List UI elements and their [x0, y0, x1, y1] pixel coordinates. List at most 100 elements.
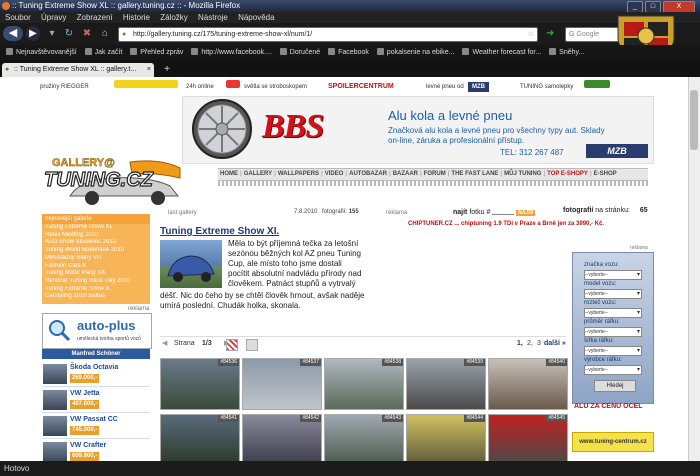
car-thumbnail[interactable] [43, 416, 67, 436]
page-link-3[interactable]: 3 [537, 337, 541, 351]
gallery-thumbnail[interactable]: #84539 [406, 358, 486, 410]
nav-link[interactable]: AUTOBAZAR [349, 171, 387, 177]
car-name[interactable]: VW Crafter [70, 442, 106, 449]
sponsor-link[interactable]: TUNING samolepky [520, 80, 573, 94]
filter-select[interactable]: --vyberte-- [584, 270, 642, 280]
car-listing[interactable]: Škoda Octavia 269.000,- [42, 362, 150, 387]
filter-search-button[interactable]: Hledej [594, 380, 636, 392]
nav-link[interactable]: TOP E-SHOPY [547, 171, 588, 177]
nav-link[interactable]: BAZAAR [393, 171, 418, 177]
page-link-2[interactable]: 2, [527, 337, 533, 351]
newest-gallery-link[interactable]: Mimořádný Slaný VIT [42, 255, 150, 263]
autoplus-ad[interactable]: auto-plus umělecká tvorba sportů vozů [42, 313, 152, 349]
car-thumbnail[interactable] [43, 364, 67, 384]
next-page-link[interactable]: další » [544, 337, 566, 351]
car-name[interactable]: VW Jetta [70, 390, 100, 397]
reload-icon[interactable]: ↻ [62, 26, 76, 41]
car-name[interactable]: Škoda Octavia [70, 364, 118, 371]
newest-gallery-link[interactable]: Tuning World Bodensee 2010 [42, 247, 150, 255]
newest-gallery-link[interactable]: Auto Show Studenec 2010 [42, 239, 150, 247]
newest-gallery-link[interactable]: Tuning Extreme Show X. [42, 286, 150, 294]
car-name[interactable]: VW Passat CC [70, 416, 118, 423]
nav-link[interactable]: HOME [220, 171, 238, 177]
newest-gallery-link[interactable]: Tuning Extreme Show XL [42, 224, 150, 232]
alu-price-ad[interactable]: ALU ZA CENU OCEL [574, 403, 643, 410]
tuning-centrum-ad[interactable]: www.tuning-centrum.cz [572, 432, 654, 452]
new-tab-button[interactable]: + [160, 64, 174, 76]
sponsor-logo-mzb[interactable]: MZB [468, 82, 489, 92]
gallery-thumbnail[interactable]: #84541 [160, 414, 240, 466]
bookmark-item[interactable]: pokalsenie na ebike... [377, 45, 455, 60]
bookmark-item[interactable]: Přehled zpráv [130, 45, 183, 60]
nav-link[interactable]: THE FAST LANE [451, 171, 498, 177]
filter-select[interactable]: --vyberte-- [584, 346, 642, 356]
nav-link[interactable]: GALLERY [244, 171, 272, 177]
sponsor-link[interactable]: světla se stroboskopem [244, 80, 307, 94]
gallery-thumbnail[interactable]: #84545 [488, 414, 568, 466]
car-thumbnail[interactable] [43, 390, 67, 410]
chiptuner-ad-link[interactable]: CHIPTUNER.CZ ... chiptuning 1.9 TDi v Pr… [408, 221, 604, 227]
manfred-schoner-ad[interactable]: Manfred Schöner [42, 349, 150, 359]
nav-link[interactable]: E-SHOP [594, 171, 617, 177]
gallery-thumbnail[interactable]: #84536 [160, 358, 240, 410]
tab-close-icon[interactable]: × [147, 63, 151, 77]
menu-history[interactable]: Historie [123, 13, 150, 22]
gallery-thumbnail[interactable]: #84540 [488, 358, 568, 410]
grid-view-icon[interactable] [246, 339, 258, 351]
menu-tools[interactable]: Nástroje [198, 13, 228, 22]
bookmark-item[interactable]: Weather forecast for... [462, 45, 541, 60]
url-bar[interactable]: ● http://gallery.tuning.cz/175/tuning-ex… [118, 27, 538, 42]
gallery-title[interactable]: Tuning Extreme Show XI. [160, 226, 279, 237]
menu-view[interactable]: Zobrazení [77, 13, 113, 22]
find-button[interactable]: NAJDI [516, 210, 536, 216]
menu-help[interactable]: Nápověda [238, 13, 274, 22]
home-icon[interactable]: ⌂ [98, 26, 112, 41]
filter-select[interactable]: --vyberte-- [584, 327, 642, 337]
filter-select[interactable]: --vyberte-- [584, 289, 642, 299]
gallery-thumbnail[interactable]: #84537 [242, 358, 322, 410]
sponsor-link[interactable]: levné pneu od [426, 80, 464, 94]
bookmark-item[interactable]: http://www.facebook.... [191, 45, 271, 60]
stop-icon[interactable]: ✖ [80, 26, 94, 41]
photo-number-input[interactable] [492, 207, 515, 215]
page-link-1[interactable]: 1, [517, 337, 523, 351]
nav-link[interactable]: WALLPAPERS [278, 171, 319, 177]
bookmark-item[interactable]: Doručené [280, 45, 320, 60]
go-arrow-icon[interactable]: ➜ [546, 28, 554, 39]
gallery-cover-image[interactable] [160, 240, 222, 288]
tab-active[interactable]: ● :: Tuning Extreme Show XL :: gallery.t… [2, 63, 154, 77]
car-listing[interactable]: VW Passat CC 745.000,- [42, 414, 150, 439]
newest-gallery-link[interactable]: Relax Meeting 2010 [42, 232, 150, 240]
per-page-value[interactable]: 65 [640, 207, 648, 214]
newest-gallery-link[interactable]: Renocar Tuning Race Day 2010 [42, 278, 150, 286]
newest-gallery-link[interactable]: Tuning Motor Party XII. [42, 270, 150, 278]
bookmark-item[interactable]: Facebook [328, 45, 369, 60]
slideshow-icon[interactable] [226, 339, 238, 351]
nav-link[interactable]: FORUM [424, 171, 446, 177]
gallery-thumbnail[interactable]: #84542 [242, 414, 322, 466]
filter-select[interactable]: --vyberte-- [584, 308, 642, 318]
sponsor-link[interactable]: 24h online [186, 80, 214, 94]
bookmark-item[interactable]: Nejnavštěvovanější [6, 45, 77, 60]
bookmark-item[interactable]: Jak začít [85, 45, 123, 60]
sponsor-link-spoilercentrum[interactable]: SPOILERCENTRUM [328, 80, 394, 94]
gallery-thumbnail[interactable]: #84544 [406, 414, 486, 466]
car-thumbnail[interactable] [43, 442, 67, 462]
forward-button[interactable]: ▶ [26, 26, 40, 41]
car-listing[interactable]: VW Jetta 407.000,- [42, 388, 150, 413]
back-button[interactable]: ◀ [3, 26, 23, 41]
gallery-thumbnail[interactable]: #84543 [324, 414, 404, 466]
scrollbar-thumb[interactable] [690, 90, 698, 150]
bookmark-item[interactable]: Sněhy... [549, 45, 584, 60]
menu-edit[interactable]: Úpravy [41, 13, 66, 22]
menu-file[interactable]: Soubor [5, 13, 31, 22]
history-dropdown-icon[interactable]: ▾ [46, 26, 58, 41]
gallery-tuning-logo[interactable]: GALLERY@ TUNING.CZ [40, 152, 186, 210]
filter-select[interactable]: --vyberte-- [584, 365, 642, 375]
newest-gallery-link[interactable]: Carstyling 2010 Baltes [42, 293, 150, 301]
gallery-thumbnail[interactable]: #84538 [324, 358, 404, 410]
nav-link[interactable]: MŮJ TUNING [504, 171, 541, 177]
newest-gallery-link[interactable]: Fashion Cars 8 [42, 263, 150, 271]
menu-bookmarks[interactable]: Záložky [160, 13, 188, 22]
prev-arrow-icon[interactable]: ◀ [162, 337, 167, 351]
